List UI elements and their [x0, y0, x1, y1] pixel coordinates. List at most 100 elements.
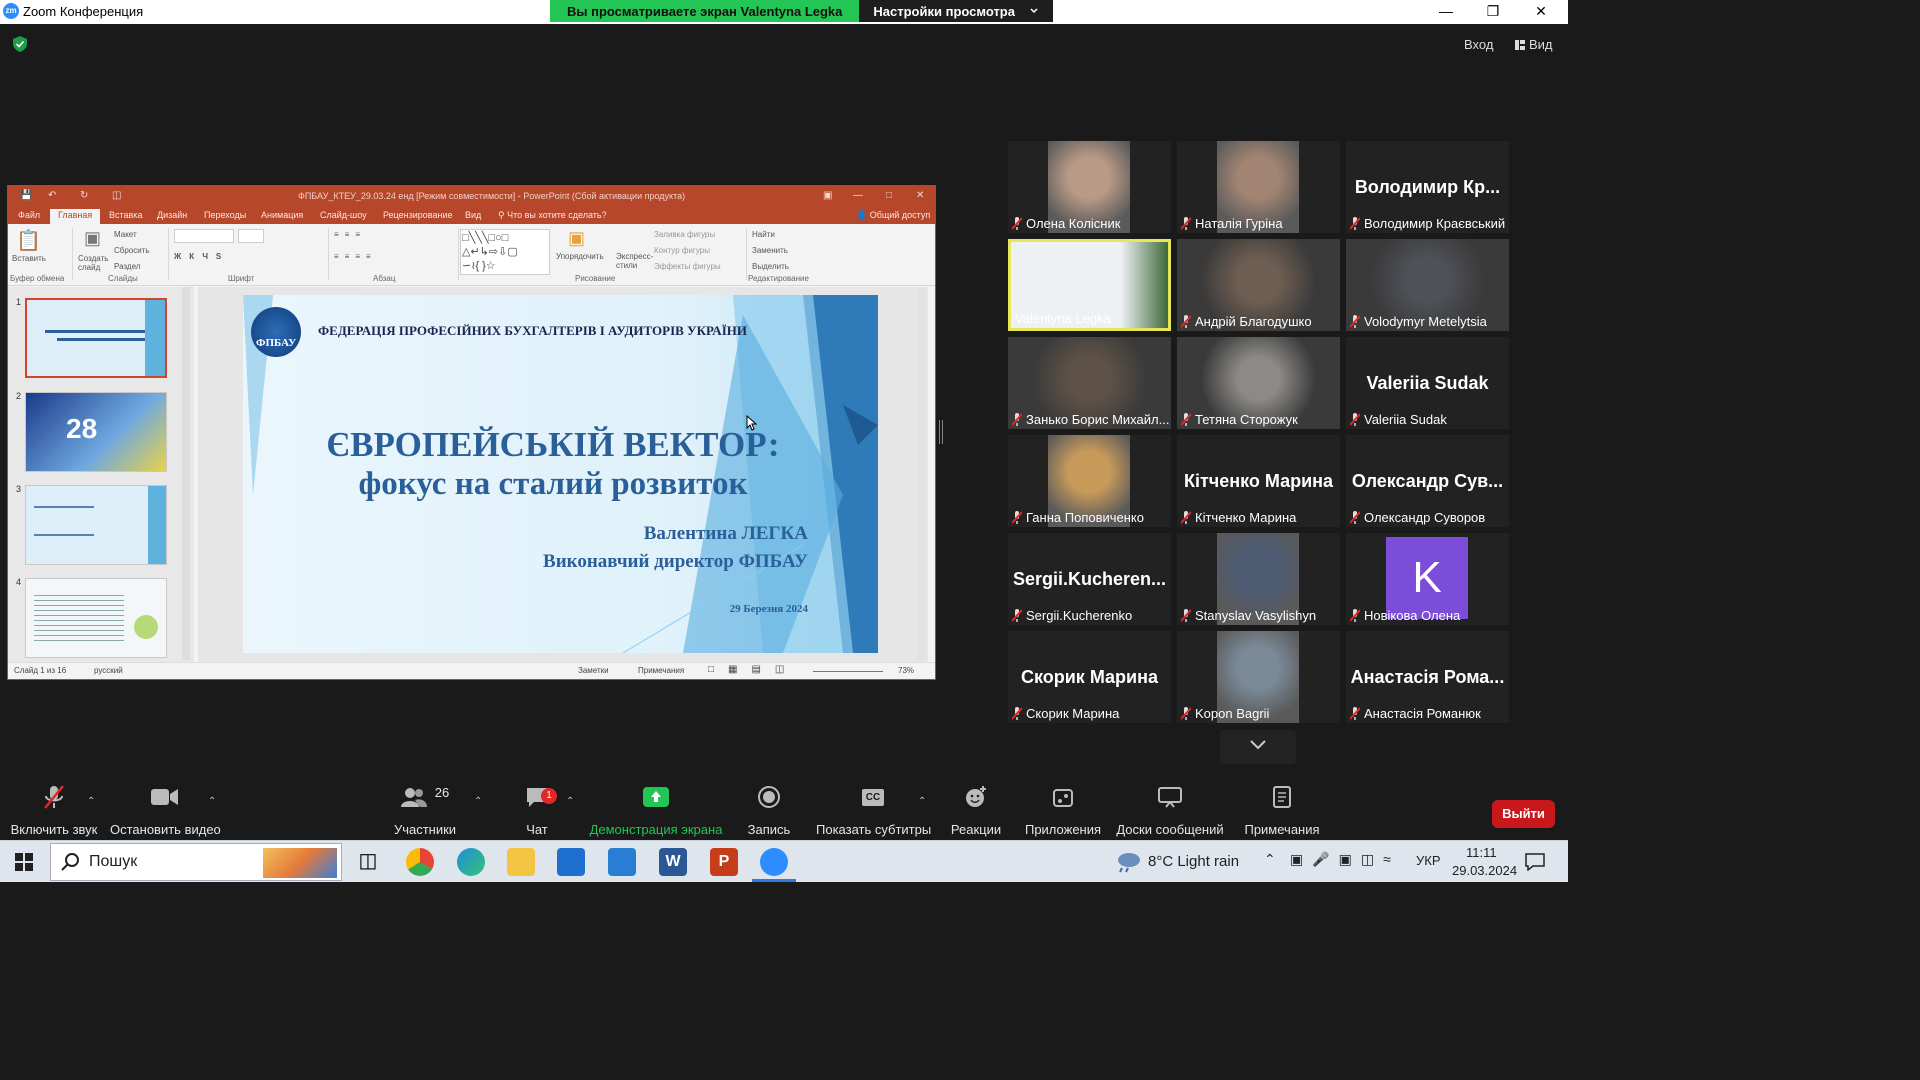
clock-date[interactable]: 29.03.2024 — [1452, 863, 1517, 878]
tray-expand-icon[interactable]: ⌃ — [1264, 851, 1276, 868]
chrome-icon[interactable] — [406, 848, 434, 876]
captions-caret[interactable]: ⌃ — [918, 796, 926, 807]
weather-text[interactable]: 8°C Light rain — [1148, 853, 1239, 870]
reactions-button[interactable]: Реакции — [945, 782, 1007, 837]
participant-tile[interactable]: Volodymyr Metelytsia — [1346, 239, 1509, 331]
stop-video-button[interactable]: Остановить видео — [110, 782, 221, 837]
ppt-close-icon: ✕ — [916, 190, 925, 201]
participant-name-display: Олександр Сув... — [1351, 471, 1504, 491]
participant-tile[interactable]: Анастасія Рома... Анастасія Романюк — [1346, 631, 1509, 723]
restore-button[interactable]: ❐ — [1470, 0, 1516, 24]
panel-resize-handle[interactable] — [939, 420, 943, 444]
shape-fill-label: Заливка фигуры — [654, 230, 716, 239]
audio-options-caret[interactable]: ⌃ — [87, 796, 95, 807]
ppt-tab: Файл — [18, 210, 41, 220]
zoom-logo-icon: zm — [3, 3, 19, 19]
participants-caret[interactable]: ⌃ — [474, 796, 482, 807]
section-label: Раздел — [114, 262, 141, 271]
viewing-screen-label: Вы просматриваете экран Valentynа Legka — [550, 0, 860, 22]
font-name-field — [174, 229, 234, 243]
mic-muted-icon — [1350, 413, 1360, 426]
encryption-shield-icon[interactable] — [13, 36, 27, 52]
slide-title-line2: фокус на сталий розвиток — [358, 466, 748, 502]
participant-tile[interactable]: Valeriia Sudak Valeriia Sudak — [1346, 337, 1509, 429]
search-highlight-image — [263, 848, 337, 878]
participant-name-label: Андрій Благодушко — [1181, 314, 1312, 329]
participant-tile[interactable]: Sergii.Kucheren... Sergii.Kucherenko — [1008, 533, 1171, 625]
gallery-next-page-button[interactable] — [1220, 730, 1296, 764]
captions-button[interactable]: CC Показать субтитры — [816, 782, 931, 837]
view-button[interactable]: Вид — [1515, 37, 1553, 52]
participant-name-display: Скорик Марина — [1020, 667, 1158, 687]
store-icon[interactable] — [557, 848, 585, 876]
share-screen-button[interactable]: Демонстрация экрана — [588, 782, 724, 837]
edge-icon[interactable] — [457, 848, 485, 876]
app-title: Zoom Конференция — [23, 4, 144, 19]
word-icon[interactable]: W — [659, 848, 687, 876]
participant-tile[interactable]: Андрій Благодушко — [1177, 239, 1340, 331]
slide-thumbnail-pane: 1 2 28 3 4 — [8, 287, 194, 662]
file-explorer-icon[interactable] — [507, 848, 535, 876]
video-options-caret[interactable]: ⌃ — [208, 796, 216, 807]
paste-label: Вставить — [12, 254, 46, 263]
participant-tile[interactable]: Володимир Кр... Володимир Краєвський — [1346, 141, 1509, 233]
zoom-taskbar-icon[interactable] — [760, 848, 788, 876]
participant-name-label: Valeriia Sudak — [1350, 412, 1447, 427]
replace-label: Заменить — [752, 246, 788, 255]
powerpoint-icon[interactable]: P — [710, 848, 738, 876]
ppt-tab: Вставка — [109, 210, 143, 220]
minimize-button[interactable]: — — [1423, 0, 1469, 24]
clock-time[interactable]: 11:11 — [1466, 845, 1497, 860]
participant-tile[interactable]: Скорик Марина Скорик Марина — [1008, 631, 1171, 723]
mic-muted-icon — [1012, 707, 1022, 720]
participant-tile[interactable]: Занько Борис Михайл... — [1008, 337, 1171, 429]
participant-tile[interactable]: Олександр Сув... Олександр Суворов — [1346, 435, 1509, 527]
participants-count: 26 — [434, 784, 450, 800]
input-language[interactable]: УКР — [1416, 853, 1441, 868]
participants-button[interactable]: 26 Участники — [385, 782, 465, 838]
participant-tile[interactable]: Олена Колісник — [1008, 141, 1171, 233]
zoom-title-bar: zm Zoom Конференция Вы просматриваете эк… — [0, 0, 1568, 24]
notes-button[interactable]: Примечания — [1240, 782, 1324, 837]
chat-caret[interactable]: ⌃ — [566, 796, 574, 807]
close-button[interactable]: ✕ — [1518, 0, 1564, 24]
apps-button[interactable]: Приложения — [1022, 782, 1104, 837]
arrange-label: Упорядочить — [556, 252, 604, 261]
view-options-button[interactable]: Настройки просмотра — [859, 0, 1053, 22]
participant-tile[interactable]: Тетяна Сторожук — [1177, 337, 1340, 429]
participant-tile[interactable]: Stanyslav Vasylishyn — [1177, 533, 1340, 625]
ribbon-group-label: Слайды — [108, 274, 138, 283]
participant-tile[interactable]: Ганна Поповиченко — [1008, 435, 1171, 527]
participant-tile[interactable]: Kopon Bagrii — [1177, 631, 1340, 723]
participant-tile[interactable]: Кітченко Марина Кітченко Марина — [1177, 435, 1340, 527]
slide-scrollbar[interactable] — [917, 287, 926, 660]
record-button[interactable]: Запись — [740, 782, 798, 837]
ribbon-separator — [328, 228, 329, 280]
ppt-tab: Слайд-шоу — [320, 210, 367, 220]
thumb-number: 4 — [16, 577, 22, 587]
unmute-button[interactable]: Включить звук — [8, 782, 100, 837]
participant-tile[interactable]: Valentyna Legka — [1008, 239, 1171, 331]
chat-button[interactable]: 1 Чат — [512, 782, 562, 837]
mic-muted-icon — [1350, 609, 1360, 622]
thumb-scrollbar[interactable] — [182, 287, 190, 660]
leave-meeting-button[interactable]: Выйти — [1492, 800, 1555, 828]
participant-name-display: Valeriia Sudak — [1366, 373, 1489, 393]
taskbar-search-box[interactable]: Пошук — [50, 843, 342, 881]
windows-taskbar: Пошук ◫ W P 8°C Light rain ⌃ ▣🎤▣◫≈ УКР 1… — [0, 840, 1568, 882]
mail-icon[interactable] — [608, 848, 636, 876]
tray-icons[interactable]: ▣🎤▣◫≈ — [1290, 851, 1400, 868]
participant-name-label: Володимир Краєвський — [1350, 216, 1505, 231]
windows-start-icon[interactable] — [15, 853, 33, 871]
ribbon-group-label: Абзац — [373, 274, 396, 283]
mic-muted-icon — [1012, 413, 1022, 426]
task-view-icon[interactable]: ◫ — [354, 848, 382, 876]
notifications-icon[interactable] — [1525, 853, 1545, 871]
ppt-status-bar: Слайд 1 из 16 русский Заметки Примечания… — [8, 662, 935, 679]
participant-tile[interactable]: K Новікова Олена — [1346, 533, 1509, 625]
notes-icon — [1273, 786, 1291, 808]
participant-tile[interactable]: Наталія Гуріна — [1177, 141, 1340, 233]
whiteboards-button[interactable]: Доски сообщений — [1114, 782, 1226, 837]
participant-name: Stanyslav Vasylishyn — [1195, 608, 1317, 623]
login-button[interactable]: Вход — [1464, 37, 1493, 52]
